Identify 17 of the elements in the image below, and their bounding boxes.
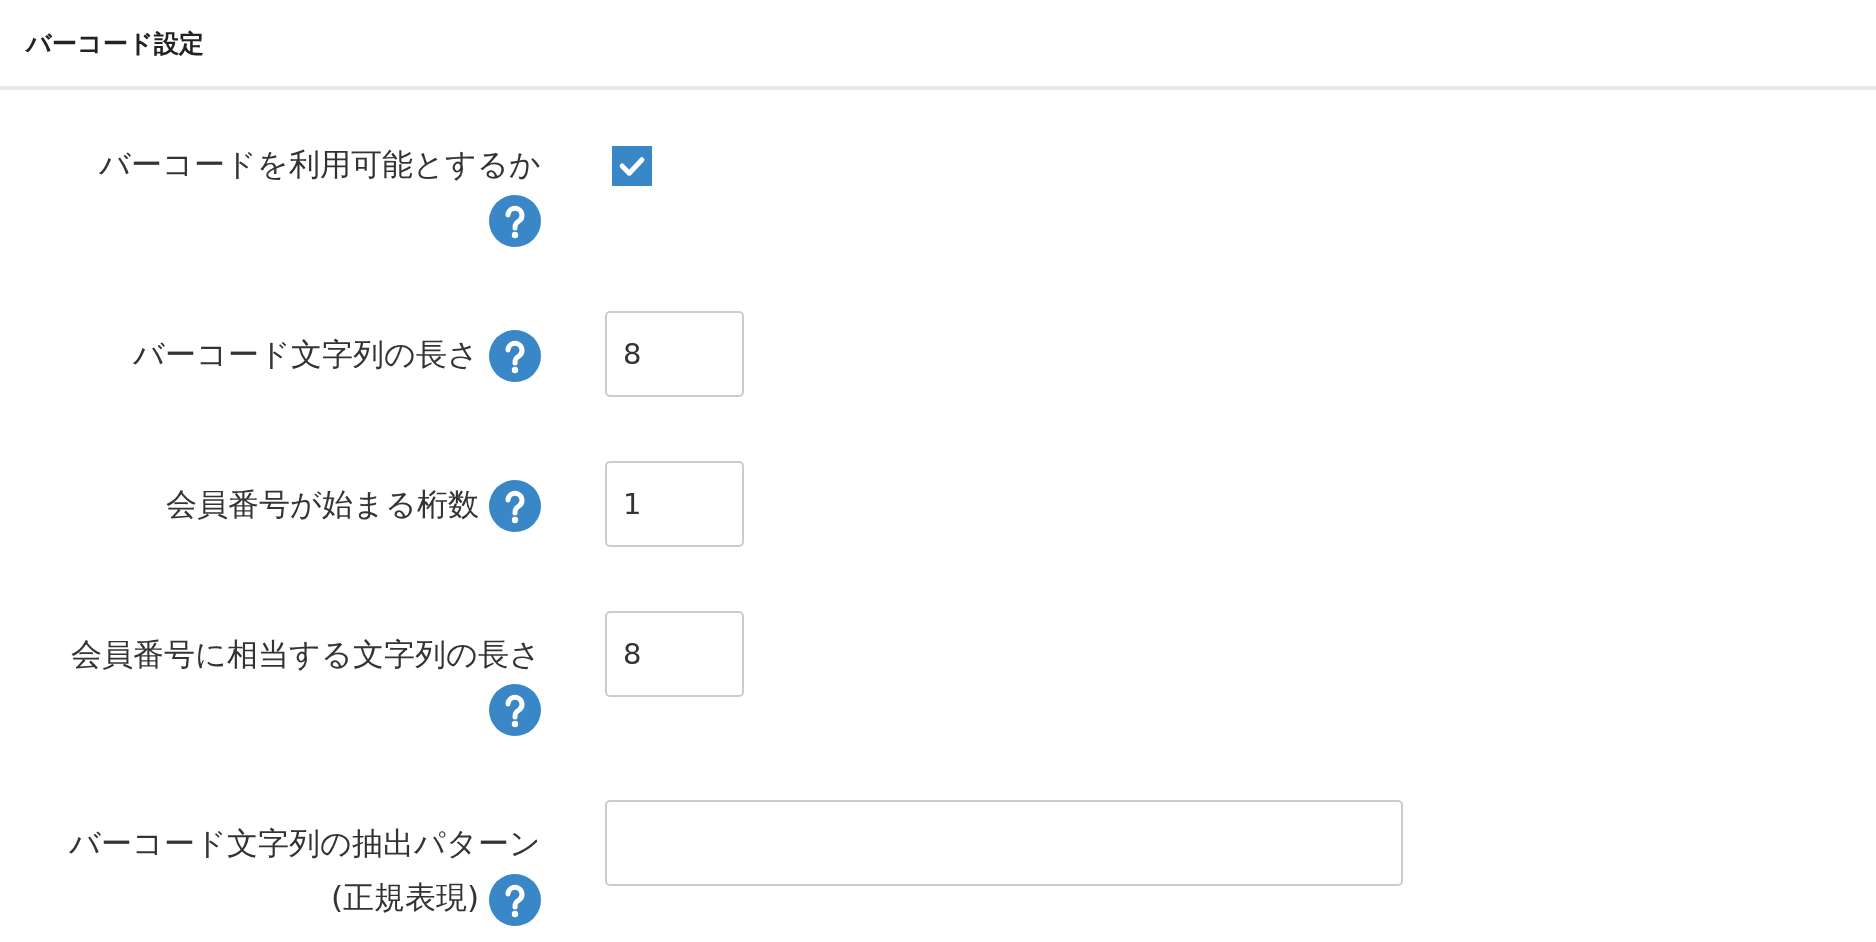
help-icon[interactable] — [489, 480, 541, 532]
help-icon[interactable] — [489, 194, 541, 247]
input-field[interactable]: 8 — [605, 310, 744, 397]
input-field[interactable]: 8 — [605, 610, 744, 697]
help-icon[interactable] — [489, 330, 541, 382]
section-title: バーコード設定 — [26, 27, 204, 60]
field-label: バーコード文字列の長さ — [133, 335, 480, 372]
help-icon[interactable] — [489, 873, 541, 926]
field-label: 会員番号に相当する文字列の長さ — [71, 635, 541, 672]
input-field[interactable]: 1 — [605, 460, 744, 547]
field-label: バーコードを利用可能とするか — [99, 146, 541, 182]
field-label: 会員番号が始まる桁数 — [166, 485, 480, 522]
input-field[interactable] — [605, 800, 1403, 886]
help-icon[interactable] — [489, 684, 541, 736]
field-label: バーコード文字列の抽出パターン — [68, 824, 541, 863]
checkbox[interactable] — [612, 146, 652, 186]
field-note: (正規表現) — [330, 879, 480, 915]
